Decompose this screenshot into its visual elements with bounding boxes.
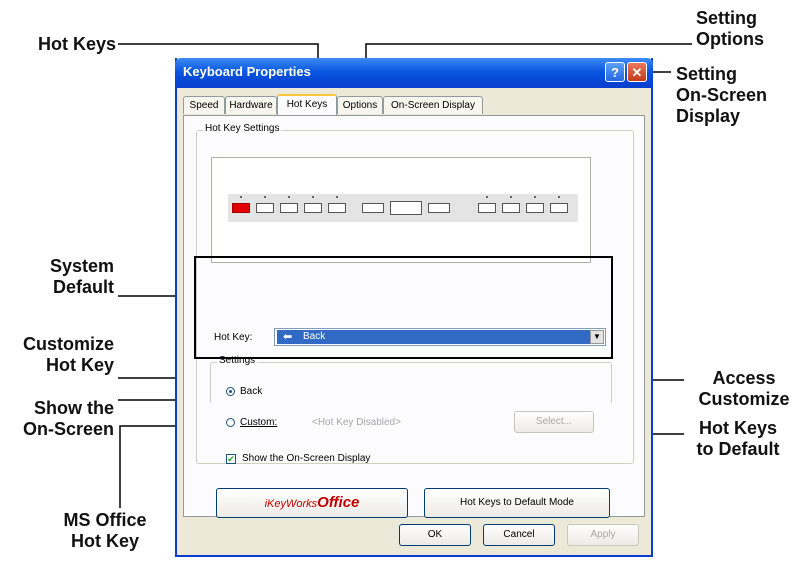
tab-options[interactable]: Options	[337, 96, 383, 114]
close-button[interactable]: ✕	[627, 62, 647, 82]
hot-key-icon	[478, 203, 496, 213]
show-osd-label: Show the On-Screen Display	[242, 453, 371, 464]
hot-key-icon	[304, 203, 322, 213]
tab-hot-keys[interactable]: Hot Keys	[277, 94, 337, 115]
ikeyworks-office-button[interactable]: iKeyWorksOffice	[216, 488, 408, 518]
hot-key-icon	[550, 203, 568, 213]
callout-show-onscreen: Show the On-Screen	[22, 398, 114, 439]
tab-speed[interactable]: Speed	[183, 96, 225, 114]
tab-hardware[interactable]: Hardware	[225, 96, 277, 114]
key-marker	[240, 196, 242, 198]
hot-key-icon	[428, 203, 450, 213]
default-mode-button[interactable]: Hot Keys to Default Mode	[424, 488, 610, 518]
show-osd-checkbox[interactable]: ✔	[226, 454, 236, 464]
radio-back-label: Back	[240, 386, 263, 397]
callout-customize-hot-key: Customize Hot Key	[22, 334, 114, 375]
hot-key-back-icon	[232, 203, 250, 213]
window-title: Keyboard Properties	[183, 64, 311, 79]
hot-key-settings-label: Hot Key Settings	[203, 123, 282, 134]
media-wheel-icon	[390, 201, 422, 215]
keyboard-preview	[211, 157, 591, 263]
title-bar[interactable]: Keyboard Properties ? ✕	[175, 58, 653, 88]
custom-hot-key-value: <Hot Key Disabled>	[312, 417, 401, 428]
cancel-button[interactable]: Cancel	[483, 524, 555, 546]
ikeyworks-office-logo: iKeyWorksOffice	[264, 494, 360, 511]
key-marker	[264, 196, 266, 198]
callout-hot-keys: Hot Keys	[37, 34, 116, 54]
callout-access-customize: Access Customize	[698, 368, 790, 409]
hot-key-icon	[328, 203, 346, 213]
key-marker	[336, 196, 338, 198]
callout-setting-options: Setting Options	[696, 8, 764, 49]
key-marker	[486, 196, 488, 198]
key-marker	[312, 196, 314, 198]
help-icon: ?	[611, 65, 619, 80]
select-button[interactable]: Select...	[514, 411, 594, 433]
radio-custom-label: Custom:	[240, 417, 278, 428]
system-default-highlight	[194, 256, 613, 359]
key-marker	[510, 196, 512, 198]
hot-key-icon	[526, 203, 544, 213]
help-button[interactable]: ?	[605, 62, 625, 82]
radio-back[interactable]	[226, 387, 235, 396]
key-marker	[558, 196, 560, 198]
hot-key-strip	[228, 194, 578, 222]
ok-button[interactable]: OK	[399, 524, 471, 546]
key-marker	[534, 196, 536, 198]
hot-key-icon	[502, 203, 520, 213]
callout-setting-osd: Setting On-Screen Display	[676, 64, 768, 126]
settings-group: Settings	[210, 355, 612, 404]
callout-hot-keys-default: Hot Keys to Default	[696, 418, 780, 459]
hot-key-icon	[280, 203, 298, 213]
apply-button[interactable]: Apply	[567, 524, 639, 546]
radio-custom[interactable]	[226, 418, 235, 427]
close-icon: ✕	[631, 65, 643, 80]
hot-key-icon	[362, 203, 384, 213]
tab-on-screen-display[interactable]: On-Screen Display	[383, 96, 483, 114]
callout-system-default: System Default	[49, 256, 114, 297]
key-marker	[288, 196, 290, 198]
callout-ms-office: MS Office Hot Key	[63, 510, 147, 551]
hot-key-icon	[256, 203, 274, 213]
